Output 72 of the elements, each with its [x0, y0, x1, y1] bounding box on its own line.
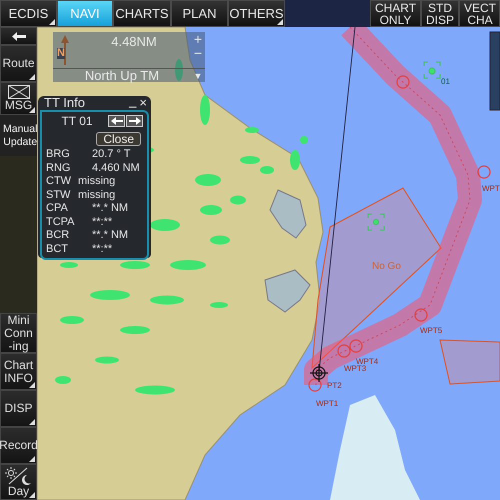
- prev-button[interactable]: [108, 115, 125, 127]
- envelope-icon: [8, 85, 30, 99]
- close-button[interactable]: ×: [139, 96, 147, 110]
- waypoint-label: WPT1: [316, 399, 338, 408]
- target-icon: [424, 62, 440, 78]
- top-tab[interactable]: PLAN: [171, 0, 228, 27]
- field-value: **:**: [91, 242, 114, 256]
- waypoint-icon: [308, 378, 322, 392]
- field-value: **:**: [91, 216, 114, 229]
- lagoon-area: [269, 189, 307, 239]
- field-value: 20.7 ° T: [91, 148, 132, 162]
- restricted-zone: [439, 339, 500, 385]
- menu-corner-icon: [49, 19, 55, 25]
- field-label: BRG: [46, 148, 71, 162]
- waypoint-icon: [337, 344, 351, 358]
- side-button[interactable]: DISP: [0, 390, 37, 427]
- menu-corner-icon: [29, 382, 35, 388]
- next-button[interactable]: [126, 115, 143, 127]
- waypoint-label: WPT4: [356, 357, 378, 366]
- waypoint-label: WPT5: [420, 326, 442, 335]
- close-button[interactable]: Close: [96, 132, 141, 146]
- north-label: N: [57, 48, 65, 59]
- field-label: CPA: [46, 202, 69, 216]
- field-value: **.* NM: [91, 202, 130, 216]
- top-tab[interactable]: CHARTS: [113, 0, 171, 27]
- waypoint-label: PT2: [327, 381, 342, 390]
- top-tab[interactable]: ECDIS: [0, 0, 57, 27]
- menu-corner-icon: [29, 492, 35, 498]
- field-value: **.* NM: [91, 229, 130, 242]
- side-button[interactable]: Record: [0, 427, 37, 464]
- day-night-button[interactable]: Day: [0, 464, 37, 500]
- lagoon-area: [264, 269, 311, 313]
- target-tab[interactable]: TT 01: [46, 114, 108, 128]
- field-label: BCT: [46, 242, 69, 256]
- waypoint-icon: [396, 75, 410, 89]
- waypoint-icon: [477, 165, 491, 179]
- waypoint-label: WPT: [482, 184, 500, 193]
- panel-title: TT Info: [44, 96, 86, 110]
- side-button[interactable]: Manual Update: [0, 115, 37, 156]
- menu-corner-icon: [29, 74, 35, 80]
- field-label: TCPA: [46, 216, 76, 229]
- range-scale: 4.48NM: [110, 33, 158, 51]
- field-value: missing: [78, 188, 116, 202]
- toolbar-button[interactable]: VECT CHA: [459, 0, 500, 27]
- field-label: RNG: [46, 162, 72, 175]
- side-button[interactable]: Chart INFO: [0, 353, 37, 390]
- menu-corner-icon: [277, 19, 283, 25]
- menu-corner-icon: [29, 419, 35, 425]
- field-label: CTW: [46, 175, 72, 188]
- left-arrow-icon: [12, 32, 26, 40]
- back-button[interactable]: [0, 27, 37, 45]
- left-arrow-icon: [110, 117, 122, 125]
- top-tab[interactable]: OTHERS: [228, 0, 285, 27]
- target-label: 01: [441, 77, 450, 86]
- side-button[interactable]: Mini Conn -ing: [0, 313, 37, 353]
- waypoint-label: WPT3: [344, 364, 366, 373]
- waypoint-icon: [349, 339, 363, 353]
- field-label: STW: [46, 188, 72, 202]
- right-arrow-icon: [128, 117, 140, 125]
- own-ship-icon: [309, 363, 329, 383]
- target-icon: [368, 214, 384, 230]
- side-button[interactable]: Route: [0, 45, 37, 82]
- side-button[interactable]: MSG: [0, 82, 37, 115]
- toolbar-button[interactable]: STD DISP: [421, 0, 459, 27]
- waypoint-icon: [414, 308, 428, 322]
- field-label: BCR: [46, 229, 70, 242]
- toolbar-button[interactable]: CHART ONLY: [370, 0, 421, 27]
- sun-moon-icon: [4, 466, 32, 484]
- menu-corner-icon: [29, 456, 35, 462]
- field-value: 4.460 NM: [91, 162, 141, 175]
- zone-label: No Go: [372, 261, 401, 272]
- field-value: missing: [78, 175, 116, 188]
